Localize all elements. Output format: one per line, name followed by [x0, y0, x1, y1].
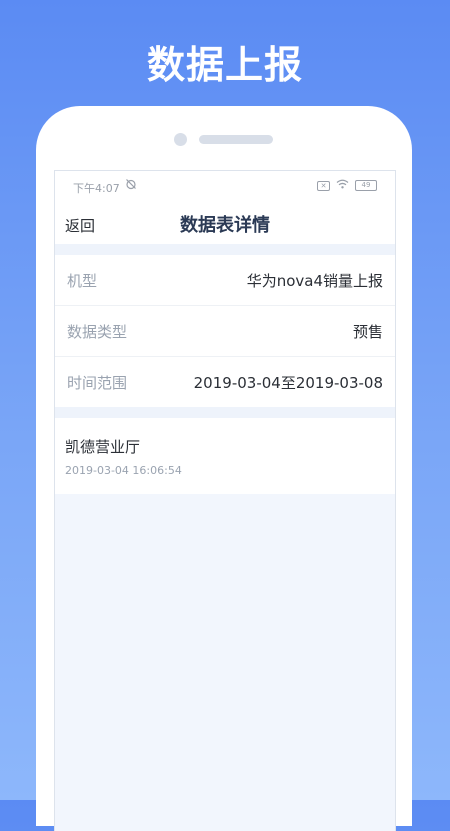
detail-card: 机型 华为nova4销量上报 数据类型 预售 时间范围 2019-03-04至2…	[55, 255, 395, 407]
detail-row-data-type: 数据类型 预售	[55, 306, 395, 357]
app-screen: 下午4:07 ✕ 49 返回 数据表详情 机型 华为nova4销量上报 数据类型…	[54, 170, 396, 831]
detail-value: 2019-03-04至2019-03-08	[193, 374, 383, 392]
detail-label: 机型	[67, 272, 98, 290]
section-divider	[55, 244, 395, 255]
phone-speaker	[199, 135, 273, 144]
list-item[interactable]: 凯德营业厅 2019-03-04 16:06:54	[55, 418, 395, 494]
report-timestamp: 2019-03-04 16:06:54	[65, 464, 182, 477]
battery-icon: 49	[355, 180, 377, 191]
detail-label: 时间范围	[67, 374, 128, 392]
phone-frame: 下午4:07 ✕ 49 返回 数据表详情 机型 华为nova4销量上报 数据类型…	[36, 106, 412, 831]
phone-camera	[174, 133, 187, 146]
nav-bar: 返回 数据表详情	[55, 199, 395, 244]
page-title: 数据表详情	[180, 215, 270, 236]
wifi-icon	[336, 179, 349, 192]
store-name: 凯德营业厅	[65, 438, 141, 456]
detail-value: 华为nova4销量上报	[246, 272, 383, 290]
status-bar: 下午4:07 ✕ 49	[55, 171, 395, 199]
promo-title: 数据上报	[146, 43, 303, 87]
detail-label: 数据类型	[67, 323, 128, 341]
detail-row-model: 机型 华为nova4销量上报	[55, 255, 395, 306]
sim-off-icon: ✕	[317, 180, 330, 191]
section-divider	[55, 407, 395, 418]
alarm-off-icon	[125, 178, 137, 193]
detail-value: 预售	[352, 323, 383, 341]
detail-row-time-range: 时间范围 2019-03-04至2019-03-08	[55, 357, 395, 407]
status-time: 下午4:07	[73, 182, 120, 195]
